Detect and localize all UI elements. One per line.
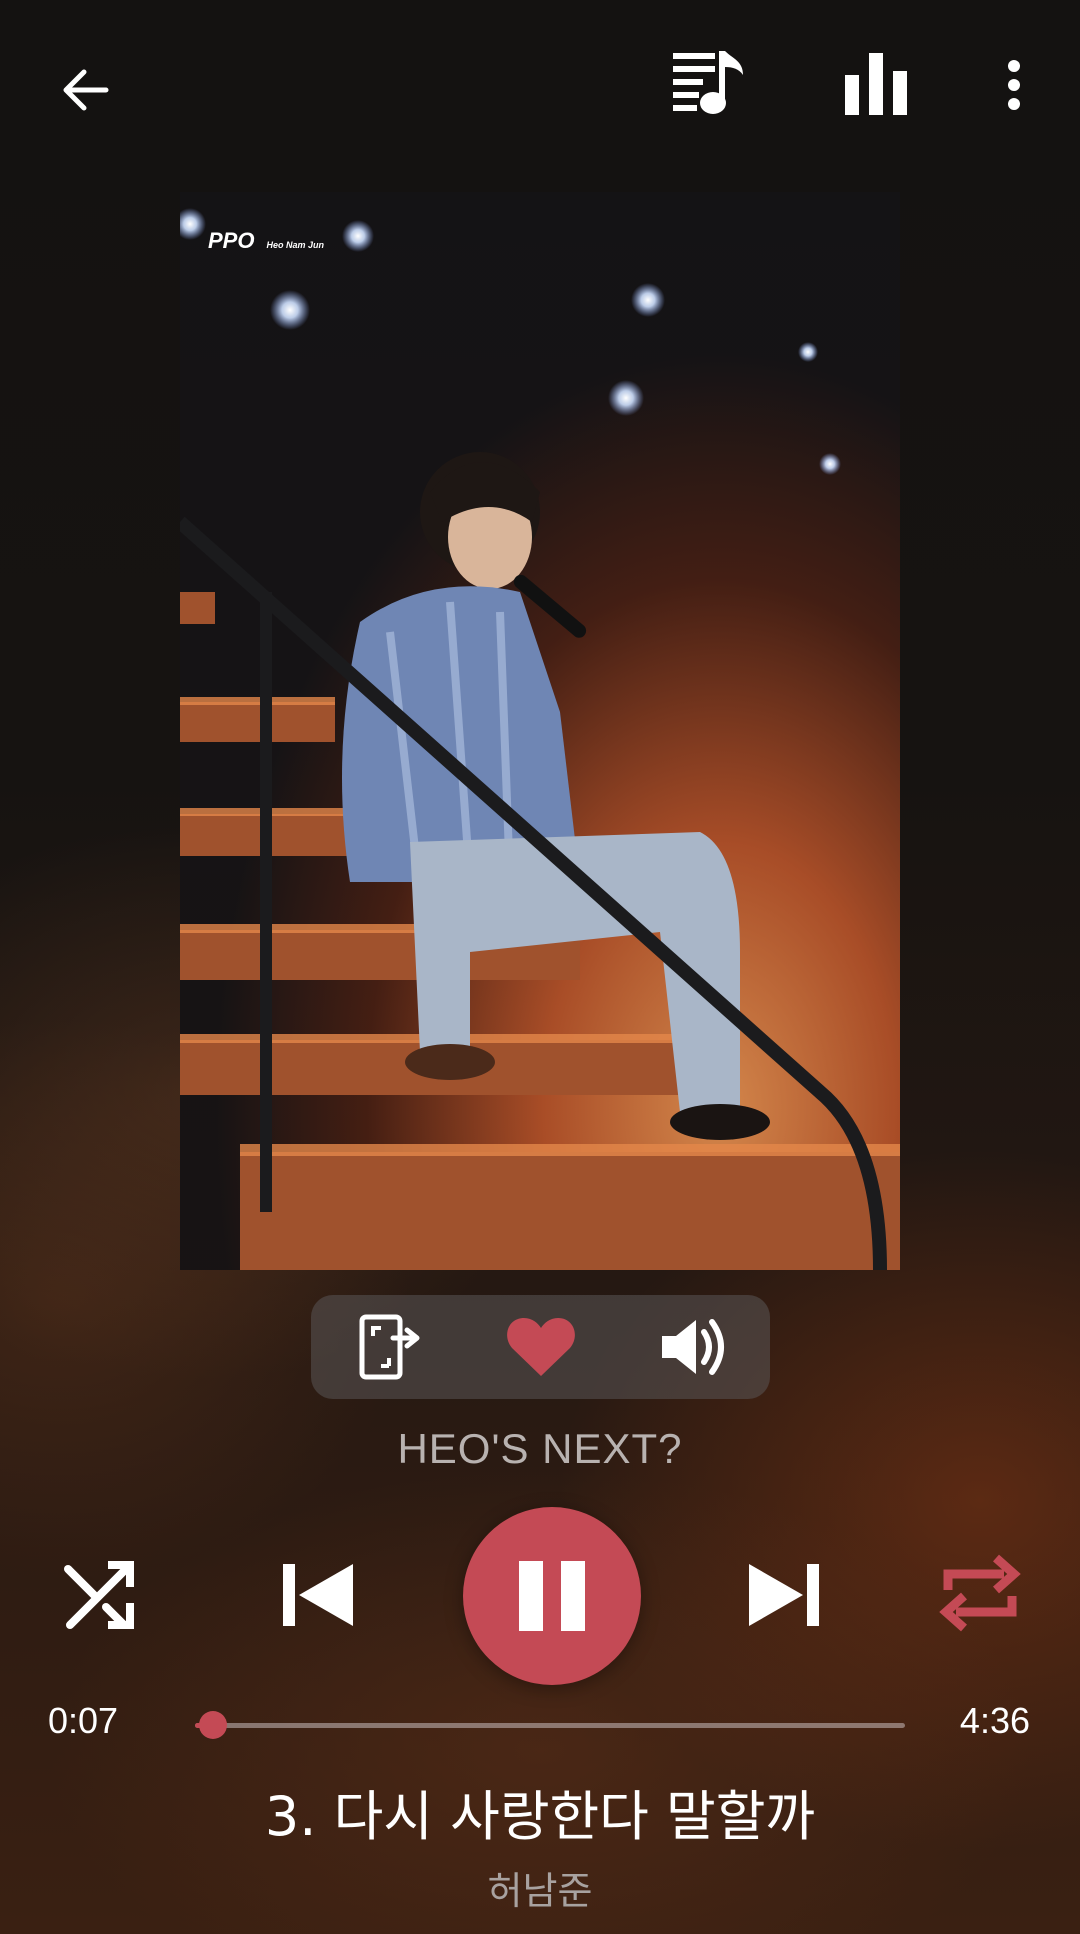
repeat-icon bbox=[939, 1554, 1021, 1632]
track-actions-bar bbox=[311, 1295, 770, 1399]
repeat-button[interactable] bbox=[932, 1545, 1028, 1641]
pause-icon bbox=[519, 1561, 585, 1631]
equalizer-button[interactable] bbox=[836, 44, 916, 124]
player-screen: PPO Heo Nam Jun HEO'S NEXT? 0:07 4:36 3.… bbox=[0, 0, 1080, 1934]
previous-button[interactable] bbox=[270, 1550, 366, 1640]
album-art: PPO Heo Nam Jun bbox=[180, 192, 900, 1270]
song-title: 3. 다시 사랑한다 말할까 bbox=[264, 1785, 816, 1848]
cast-to-device-icon bbox=[359, 1314, 420, 1380]
next-button[interactable] bbox=[736, 1550, 832, 1640]
progress-thumb[interactable] bbox=[199, 1711, 228, 1739]
shuffle-icon bbox=[64, 1561, 134, 1629]
shuffle-button[interactable] bbox=[55, 1550, 145, 1640]
album-art-caption-main: PPO bbox=[208, 228, 255, 253]
back-button[interactable] bbox=[50, 55, 120, 125]
arrow-left-icon bbox=[63, 69, 109, 111]
favorite-button[interactable] bbox=[501, 1311, 581, 1383]
more-options-button[interactable] bbox=[993, 50, 1035, 120]
more-vertical-icon bbox=[1008, 60, 1020, 110]
album-art-photo bbox=[180, 192, 900, 1270]
cast-button[interactable] bbox=[351, 1311, 431, 1383]
bar-chart-icon bbox=[845, 53, 907, 115]
playlist-music-icon bbox=[673, 51, 743, 114]
queue-button[interactable] bbox=[662, 42, 754, 122]
heart-icon bbox=[507, 1318, 575, 1376]
album-art-caption-sub: Heo Nam Jun bbox=[266, 240, 324, 250]
artist-name[interactable]: 허남준 bbox=[0, 1860, 1080, 1915]
skip-previous-icon bbox=[283, 1564, 353, 1626]
progress-bar[interactable] bbox=[195, 1711, 905, 1739]
album-title: HEO'S NEXT? bbox=[397, 1425, 683, 1472]
volume-button[interactable] bbox=[653, 1311, 733, 1383]
pause-button[interactable] bbox=[463, 1507, 641, 1685]
volume-icon bbox=[662, 1319, 724, 1375]
album-art-caption: PPO Heo Nam Jun bbox=[208, 228, 324, 254]
total-time: 4:36 bbox=[959, 1700, 1030, 1741]
elapsed-time: 0:07 bbox=[48, 1700, 119, 1741]
skip-next-icon bbox=[749, 1564, 819, 1626]
